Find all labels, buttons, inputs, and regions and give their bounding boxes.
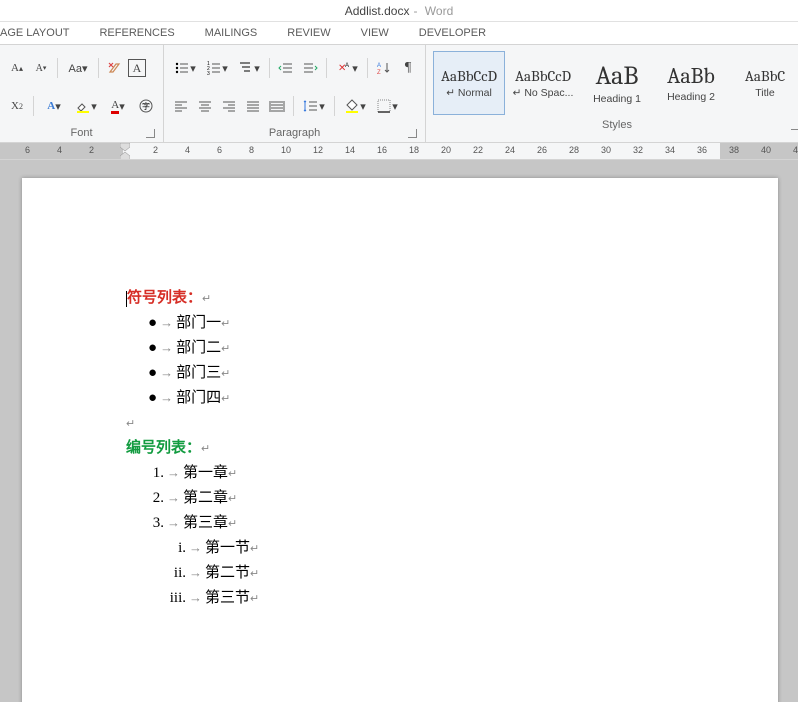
group-label-styles[interactable]: Styles	[432, 117, 798, 134]
shading-button[interactable]: ▾	[340, 95, 370, 117]
svg-text:A: A	[345, 63, 349, 69]
tab-mailings[interactable]: MAILINGS	[205, 27, 258, 39]
subscript-button[interactable]: X2	[6, 95, 28, 117]
borders-button[interactable]: ▾	[372, 95, 402, 117]
tab-review[interactable]: REVIEW	[287, 27, 330, 39]
svg-text:字: 字	[142, 101, 150, 111]
align-center-button[interactable]	[194, 95, 216, 117]
decrease-indent-button[interactable]	[275, 57, 297, 79]
style-item-heading1[interactable]: AaBHeading 1	[581, 51, 653, 115]
increase-indent-button[interactable]	[299, 57, 321, 79]
change-case-button[interactable]: Aa▾	[63, 57, 93, 79]
asian-layout-button[interactable]: ✕A▾	[332, 57, 362, 79]
style-item-nospac[interactable]: AaBbCcD↵ No Spac...	[507, 51, 579, 115]
character-border-button[interactable]: A	[128, 59, 146, 77]
align-left-button[interactable]	[170, 95, 192, 117]
style-item-heading2[interactable]: AaBbHeading 2	[655, 51, 727, 115]
font-color-button[interactable]: A▾	[103, 95, 133, 117]
title-filename: Addlist.docx	[345, 4, 410, 18]
grow-font-button[interactable]: A▴	[6, 57, 28, 79]
indent-marker[interactable]	[120, 143, 130, 160]
group-label-paragraph[interactable]: Paragraph	[170, 125, 419, 142]
document-area: 符号列表：↵●→部门一↵●→部门二↵●→部门三↵●→部门四↵↵编号列表：↵1.→…	[0, 160, 798, 702]
distributed-button[interactable]	[266, 95, 288, 117]
title-appname: - Word	[413, 4, 453, 18]
page[interactable]: 符号列表：↵●→部门一↵●→部门二↵●→部门三↵●→部门四↵↵编号列表：↵1.→…	[22, 178, 778, 702]
justify-button[interactable]	[242, 95, 264, 117]
text-effects-button[interactable]: A▾	[39, 95, 69, 117]
svg-text:A: A	[377, 63, 381, 69]
ribbon: A▴ A▾ Aa▾ A X2 A▾ ▾ A▾ 字 Font ▾ 123	[0, 44, 798, 143]
horizontal-ruler[interactable]: 6422468101214161820222426283032343638404…	[0, 143, 798, 160]
line-spacing-button[interactable]: ▾	[299, 95, 329, 117]
tab-developer[interactable]: DEVELOPER	[419, 27, 486, 39]
group-paragraph: ▾ 123▾ ▾ ✕A▾ AZ ¶ ▾ ▾	[164, 45, 426, 142]
shrink-font-button[interactable]: A▾	[30, 57, 52, 79]
sort-button[interactable]: AZ	[373, 57, 395, 79]
group-styles: AaBbCcD↵ NormalAaBbCcD↵ No Spac...AaBHea…	[426, 45, 798, 142]
svg-text:3: 3	[207, 71, 210, 76]
group-font: A▴ A▾ Aa▾ A X2 A▾ ▾ A▾ 字 Font	[0, 45, 164, 142]
numbering-button[interactable]: 123▾	[202, 57, 232, 79]
styles-gallery[interactable]: AaBbCcD↵ NormalAaBbCcD↵ No Spac...AaBHea…	[432, 49, 798, 117]
align-right-button[interactable]	[218, 95, 240, 117]
show-marks-button[interactable]: ¶	[397, 57, 419, 79]
document-body[interactable]: 符号列表：↵●→部门一↵●→部门二↵●→部门三↵●→部门四↵↵编号列表：↵1.→…	[126, 286, 778, 611]
highlight-button[interactable]: ▾	[71, 95, 101, 117]
multilevel-list-button[interactable]: ▾	[234, 57, 264, 79]
style-item-title[interactable]: AaBbCTitle	[729, 51, 798, 115]
bullets-button[interactable]: ▾	[170, 57, 200, 79]
svg-text:Z: Z	[377, 70, 381, 76]
group-label-font[interactable]: Font	[6, 125, 157, 142]
tab-references[interactable]: REFERENCES	[99, 27, 174, 39]
title-bar: Addlist.docx - Word	[0, 0, 798, 22]
tab-view[interactable]: VIEW	[361, 27, 389, 39]
tab-page-layout[interactable]: AGE LAYOUT	[0, 27, 69, 39]
clear-formatting-button[interactable]	[104, 57, 126, 79]
enclose-characters-button[interactable]: 字	[135, 95, 157, 117]
ribbon-tabs: AGE LAYOUT REFERENCES MAILINGS REVIEW VI…	[0, 22, 798, 44]
style-item-normal[interactable]: AaBbCcD↵ Normal	[433, 51, 505, 115]
